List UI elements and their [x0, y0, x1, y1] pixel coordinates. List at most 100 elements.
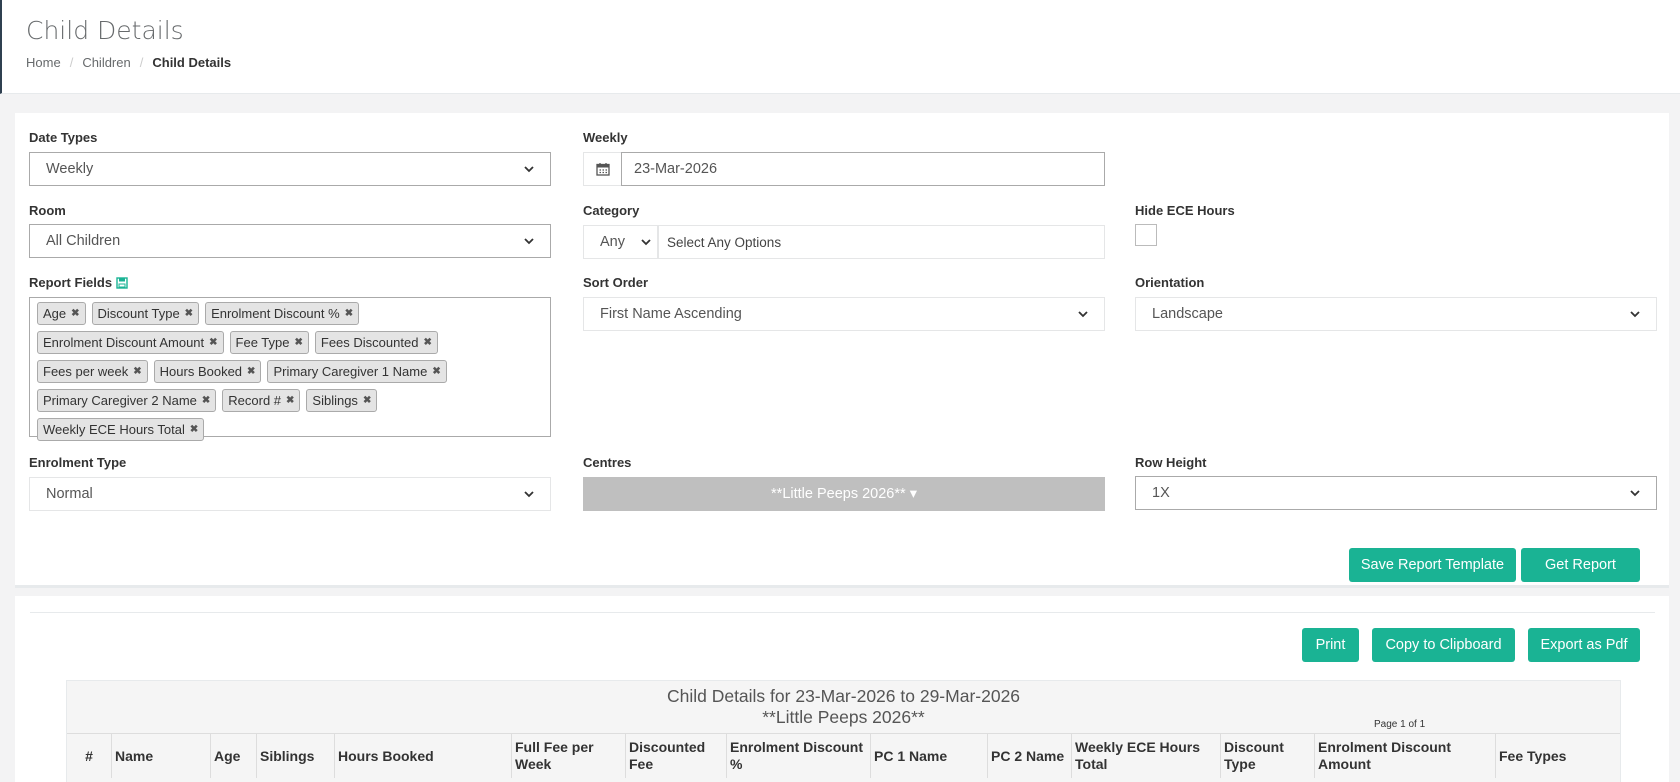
report-fields-multiselect[interactable]: Age ✖ Discount Type ✖ Enrolment Discount % ✖ E… [29, 297, 551, 441]
report-field-tag: Fees per week ✖ [37, 360, 148, 383]
column-header: Discount Type [1220, 734, 1314, 778]
report-field-tag: Record # ✖ [222, 389, 301, 412]
report-field-tag: Weekly ECE Hours Total ✖ [37, 418, 205, 441]
page-heading: Child Details Home / Children / Child De… [0, 0, 1680, 94]
column-header: Enrolment Discount % [726, 734, 870, 778]
remove-tag-icon[interactable]: ✖ [202, 395, 210, 406]
remove-tag-icon[interactable]: ✖ [190, 424, 198, 435]
report-title: Child Details for 23-Mar-2026 to 29-Mar-… [666, 686, 1021, 706]
divider [30, 612, 1655, 613]
tag-label: Enrolment Discount Amount [43, 335, 205, 350]
category-any-select[interactable]: Any [583, 225, 658, 259]
date-types-label: Date Types [29, 130, 98, 145]
hide-ece-checkbox[interactable] [1135, 224, 1157, 246]
tag-label: Hours Booked [159, 364, 243, 379]
remove-tag-icon[interactable]: ✖ [71, 308, 79, 319]
report-table: Child Details for 23-Mar-2026 to 29-Mar-… [66, 680, 1621, 782]
remove-tag-icon[interactable]: ✖ [209, 337, 217, 348]
report-fields-tags: Age ✖ Discount Type ✖ Enrolment Discount % ✖ E… [37, 302, 537, 443]
column-header: Weekly ECE Hours Total [1071, 734, 1220, 778]
category-options-select[interactable]: Select Any Options [658, 225, 1105, 259]
report-panel: Print Copy to Clipboard Export as Pdf Ch… [15, 596, 1669, 782]
enrolment-type-label: Enrolment Type [29, 455, 127, 470]
save-icon[interactable] [116, 276, 128, 289]
tag-label: Enrolment Discount % [211, 306, 340, 321]
column-header: Discounted Fee [625, 734, 726, 778]
report-field-tag: Primary Caregiver 1 Name ✖ [267, 360, 447, 383]
column-header: PC 2 Name [987, 734, 1071, 778]
remove-tag-icon[interactable]: ✖ [423, 337, 431, 348]
row-height-label: Row Height [1135, 455, 1207, 470]
centres-label: Centres [583, 455, 632, 470]
remove-tag-icon[interactable]: ✖ [363, 395, 371, 406]
tag-label: Fees per week [43, 364, 129, 379]
row-height-select[interactable]: 1X [1135, 476, 1657, 510]
breadcrumb: Home / Children / Child Details [26, 55, 232, 70]
chevron-down-icon [524, 166, 534, 173]
sort-order-label: Sort Order [583, 275, 649, 290]
chevron-down-icon [641, 239, 651, 246]
get-report-button[interactable]: Get Report [1521, 548, 1640, 582]
column-header: Age [210, 734, 256, 778]
weekly-date-input[interactable]: 23-Mar-2026 [621, 152, 1105, 186]
remove-tag-icon[interactable]: ✖ [432, 366, 440, 377]
report-field-tag: Enrolment Discount % ✖ [205, 302, 360, 325]
column-header: # [85, 747, 93, 764]
calendar-icon[interactable] [583, 152, 621, 186]
remove-tag-icon[interactable]: ✖ [133, 366, 141, 377]
breadcrumb-home[interactable]: Home [26, 55, 61, 70]
tag-label: Weekly ECE Hours Total [43, 422, 185, 437]
column-header: Full Fee per Week [511, 734, 625, 778]
table-header: # Name Age Siblings Hours Booked Full Fe… [67, 733, 1622, 778]
column-header: Fee Types [1495, 734, 1622, 778]
print-button[interactable]: Print [1302, 628, 1359, 662]
remove-tag-icon[interactable]: ✖ [247, 366, 255, 377]
room-label: Room [29, 203, 66, 218]
tag-label: Discount Type [97, 306, 180, 321]
export-pdf-button[interactable]: Export as Pdf [1528, 628, 1640, 662]
tag-label: Primary Caregiver 2 Name [43, 393, 197, 408]
report-field-tag: Age ✖ [37, 302, 86, 325]
tag-label: Record # [228, 393, 282, 408]
report-field-tag: Primary Caregiver 2 Name ✖ [37, 389, 217, 412]
copy-to-clipboard-button[interactable]: Copy to Clipboard [1372, 628, 1515, 662]
report-field-tag: Fee Type ✖ [229, 331, 309, 354]
breadcrumb-children[interactable]: Children [82, 55, 130, 70]
report-field-tag: Enrolment Discount Amount ✖ [37, 331, 224, 354]
weekly-label: Weekly [583, 130, 628, 145]
remove-tag-icon[interactable]: ✖ [185, 308, 193, 319]
tag-label: Siblings [312, 393, 358, 408]
weekly-date-group: 23-Mar-2026 [583, 152, 1105, 186]
save-report-template-button[interactable]: Save Report Template [1349, 548, 1516, 582]
tag-label: Age [43, 306, 67, 321]
category-label: Category [583, 203, 640, 218]
tag-label: Primary Caregiver 1 Name [273, 364, 428, 379]
sort-order-select[interactable]: First Name Ascending [583, 297, 1105, 331]
chevron-down-icon [1630, 311, 1640, 318]
hide-ece-label: Hide ECE Hours [1135, 203, 1235, 218]
report-field-tag: Discount Type ✖ [91, 302, 200, 325]
report-fields-label: Report Fields [29, 275, 113, 290]
enrolment-type-select[interactable]: Normal [29, 477, 551, 511]
chevron-down-icon [524, 238, 534, 245]
chevron-down-icon [524, 491, 534, 498]
remove-tag-icon[interactable]: ✖ [295, 337, 303, 348]
chevron-down-icon [1078, 311, 1088, 318]
orientation-select[interactable]: Landscape [1135, 297, 1657, 331]
room-select[interactable]: All Children [29, 224, 551, 258]
column-header: PC 1 Name [870, 734, 987, 778]
date-types-select[interactable]: Weekly [29, 152, 551, 186]
centres-dropdown-button[interactable]: **Little Peeps 2026** ▾ [583, 477, 1105, 511]
column-header: Hours Booked [334, 734, 511, 778]
chevron-down-icon [1630, 490, 1640, 497]
remove-tag-icon[interactable]: ✖ [345, 308, 353, 319]
remove-tag-icon[interactable]: ✖ [286, 395, 294, 406]
column-header: Enrolment Discount Amount [1314, 734, 1495, 778]
orientation-label: Orientation [1135, 275, 1205, 290]
report-options-panel: Date Types Weekly Weekly 23-Mar-2026 Roo… [15, 113, 1669, 588]
report-field-tag: Hours Booked ✖ [153, 360, 262, 383]
page-info: Page 1 of 1 [1374, 719, 1426, 730]
report-field-tag: Fees Discounted ✖ [314, 331, 438, 354]
breadcrumb-current: Child Details [152, 55, 232, 70]
column-header: Name [111, 734, 210, 778]
